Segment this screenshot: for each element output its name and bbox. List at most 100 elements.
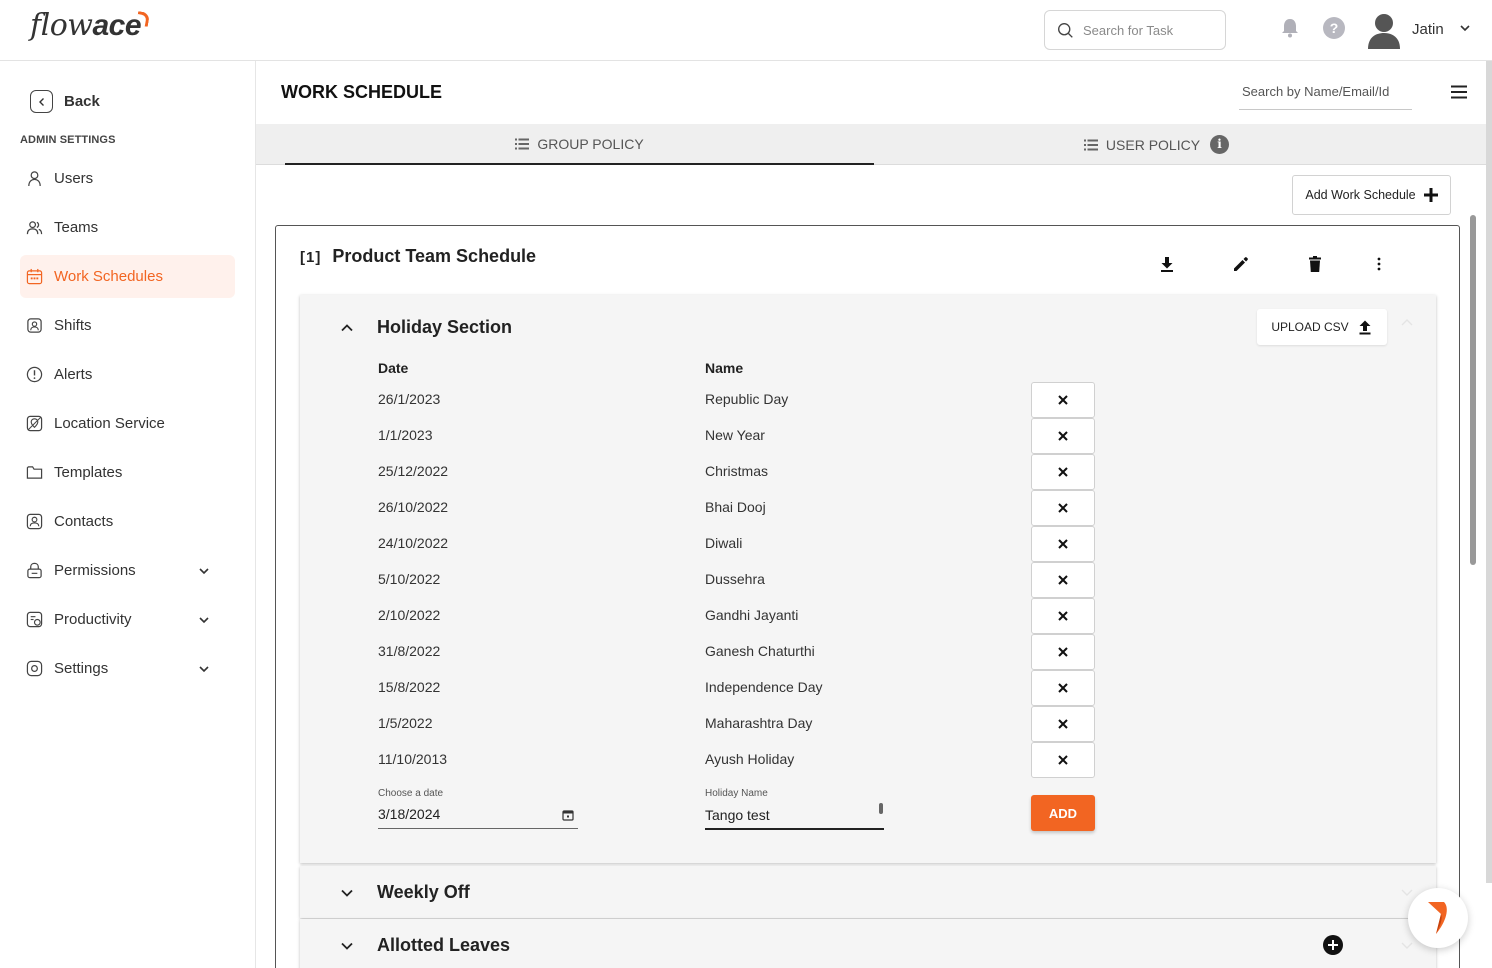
sidebar-item-users[interactable]: Users [20,157,235,200]
allotted-leaves-panel[interactable]: Allotted Leaves [300,919,1436,968]
search-icon [1058,23,1073,38]
holiday-name-field[interactable]: Tango test [705,803,884,830]
name-search-box[interactable] [1239,77,1412,110]
text-cursor-grip-icon [879,803,883,814]
holiday-row: 5/10/2022 Dussehra [300,562,1436,605]
sidebar-item-label: Users [54,170,94,187]
holiday-date: 1/1/2023 [378,427,433,443]
name-column-header: Name [705,360,744,376]
chevron-up-icon[interactable] [340,321,354,335]
task-search-input[interactable] [1083,20,1218,40]
sidebar-item-permissions[interactable]: Permissions [20,549,235,592]
delete-holiday-button[interactable] [1031,634,1095,670]
delete-holiday-button[interactable] [1031,562,1095,598]
delete-holiday-button[interactable] [1031,670,1095,706]
sidebar-item-work-schedules[interactable]: Work Schedules [20,255,235,298]
upload-csv-button[interactable]: UPLOAD CSV [1257,309,1387,345]
sidebar-item-alerts[interactable]: Alerts [20,353,235,396]
add-holiday-button[interactable]: ADD [1031,795,1095,831]
content-scrollbar-thumb[interactable] [1470,215,1476,565]
flowace-logo[interactable]: flowace [30,8,142,43]
folder-icon [26,466,43,479]
delete-holiday-button[interactable] [1031,418,1095,454]
holiday-row: 2/10/2022 Gandhi Jayanti [300,598,1436,641]
policy-tabs: GROUP POLICY USER POLICY i [256,124,1486,165]
add-work-schedule-label: Add Work Schedule [1305,188,1416,202]
delete-holiday-button[interactable] [1031,706,1095,742]
holiday-date-field[interactable]: 3/18/2024 [378,803,578,829]
logo-text-flow: flow [30,8,93,43]
task-search-box[interactable] [1044,10,1226,50]
tab-group-policy[interactable]: GROUP POLICY [285,124,874,165]
delete-holiday-button[interactable] [1031,742,1095,778]
holiday-name: Independence Day [705,679,823,695]
notification-bell-icon[interactable] [1280,17,1300,39]
holiday-name: Ayush Holiday [705,751,795,767]
avatar[interactable] [1366,11,1402,49]
delete-holiday-button[interactable] [1031,454,1095,490]
sidebar-item-label: Settings [54,660,109,677]
holiday-name: Dussehra [705,571,765,587]
more-vertical-icon[interactable] [1369,254,1389,274]
help-icon[interactable]: ? [1323,17,1345,39]
tab-user-policy[interactable]: USER POLICY i [874,124,1439,165]
hamburger-menu-icon[interactable] [1451,85,1467,99]
productivity-icon [26,611,43,628]
holiday-section-panel: Holiday Section UPLOAD CSV Date Name 26/… [300,295,1436,863]
sidebar-item-teams[interactable]: Teams [20,206,235,249]
sidebar-item-label: Contacts [54,513,114,530]
close-icon [1058,683,1068,693]
add-circle-icon[interactable] [1323,935,1343,955]
delete-holiday-button[interactable] [1031,382,1095,418]
name-search-input[interactable] [1239,77,1412,105]
holiday-section-title[interactable]: Holiday Section [377,317,512,338]
delete-holiday-button[interactable] [1031,490,1095,526]
sidebar-item-location-service[interactable]: Location Service [20,402,235,445]
holiday-date: 5/10/2022 [378,571,441,587]
delete-holiday-button[interactable] [1031,526,1095,562]
holiday-date: 1/5/2022 [378,715,433,731]
download-icon[interactable] [1157,254,1177,274]
tab-label: GROUP POLICY [537,135,644,152]
back-button[interactable]: Back [30,90,100,113]
support-chat-button[interactable] [1408,888,1468,948]
sidebar-item-templates[interactable]: Templates [20,451,235,494]
date-column-header: Date [378,360,409,376]
close-icon [1058,539,1068,549]
edit-pencil-icon[interactable] [1231,254,1251,274]
calendar-picker-icon[interactable] [562,809,574,821]
holiday-date: 26/1/2023 [378,391,441,407]
allotted-leaves-title: Allotted Leaves [377,935,511,955]
chevron-down-icon [341,889,353,897]
holiday-row: 11/10/2013 Ayush Holiday [300,742,1436,785]
close-icon [1058,647,1068,657]
sidebar-item-contacts[interactable]: Contacts [20,500,235,543]
chevron-down-icon [199,568,209,575]
weekly-off-panel[interactable]: Weekly Off [300,866,1436,918]
sidebar-item-productivity[interactable]: Productivity [20,598,235,641]
holiday-name: New Year [705,427,765,443]
delete-trash-icon[interactable] [1305,254,1325,274]
delete-holiday-button[interactable] [1031,598,1095,634]
page-scrollbar-track[interactable] [1486,61,1492,883]
user-name[interactable]: Jatin [1412,21,1444,38]
logo-mark-icon [135,11,151,27]
holiday-name: Ganesh Chaturthi [705,643,815,659]
holiday-row: 1/5/2022 Maharashtra Day [300,706,1436,749]
user-menu-chevron-icon[interactable] [1458,21,1472,35]
sidebar-item-shifts[interactable]: Shifts [20,304,235,347]
sidebar-item-label: Permissions [54,562,136,579]
logo-text-ace: ace [92,9,142,42]
holiday-date: 24/10/2022 [378,535,449,551]
sidebar-item-settings[interactable]: Settings [20,647,235,690]
close-icon [1058,611,1068,621]
sidebar-item-label: Templates [54,464,123,481]
close-icon [1058,431,1068,441]
plus-icon [1423,188,1438,202]
add-work-schedule-button[interactable]: Add Work Schedule [1292,175,1451,215]
sidebar-item-label: Work Schedules [54,268,163,285]
holiday-name: Bhai Dooj [705,499,766,515]
holiday-row: 26/1/2023 Republic Day [300,382,1436,425]
close-icon [1058,503,1068,513]
info-icon[interactable]: i [1210,135,1230,154]
